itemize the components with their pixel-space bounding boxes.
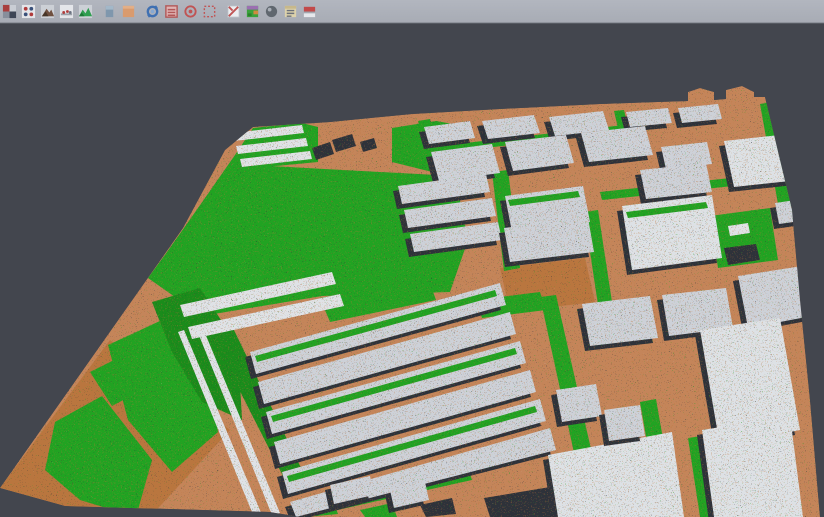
- red-list-icon[interactable]: [164, 4, 179, 19]
- vegetation-terrain-icon[interactable]: [78, 4, 93, 19]
- classified-cloud-icon[interactable]: [245, 4, 260, 19]
- toolbar-group: [2, 4, 93, 19]
- scene-svg: [0, 23, 824, 517]
- profile-bars-icon[interactable]: [302, 4, 317, 19]
- orange-tile-icon[interactable]: [121, 4, 136, 19]
- fence-selection-icon[interactable]: [202, 4, 217, 19]
- report-table-icon[interactable]: [283, 4, 298, 19]
- ground-points-icon[interactable]: [59, 4, 74, 19]
- clip-box-icon[interactable]: [226, 4, 241, 19]
- align-points-icon[interactable]: [21, 4, 36, 19]
- terrain-mountain-icon[interactable]: [40, 4, 55, 19]
- viewport-3d[interactable]: [0, 23, 824, 517]
- sphere-icon[interactable]: [264, 4, 279, 19]
- toolbar-group: [145, 4, 217, 19]
- target-icon[interactable]: [183, 4, 198, 19]
- pointcloud-noise-pale: [0, 23, 824, 517]
- toolbar: [0, 0, 824, 23]
- panel-icon[interactable]: [102, 4, 117, 19]
- toolbar-group: [102, 4, 136, 19]
- split-cloud-icon[interactable]: [2, 4, 17, 19]
- toolbar-group: [226, 4, 317, 19]
- sync-icon[interactable]: [145, 4, 160, 19]
